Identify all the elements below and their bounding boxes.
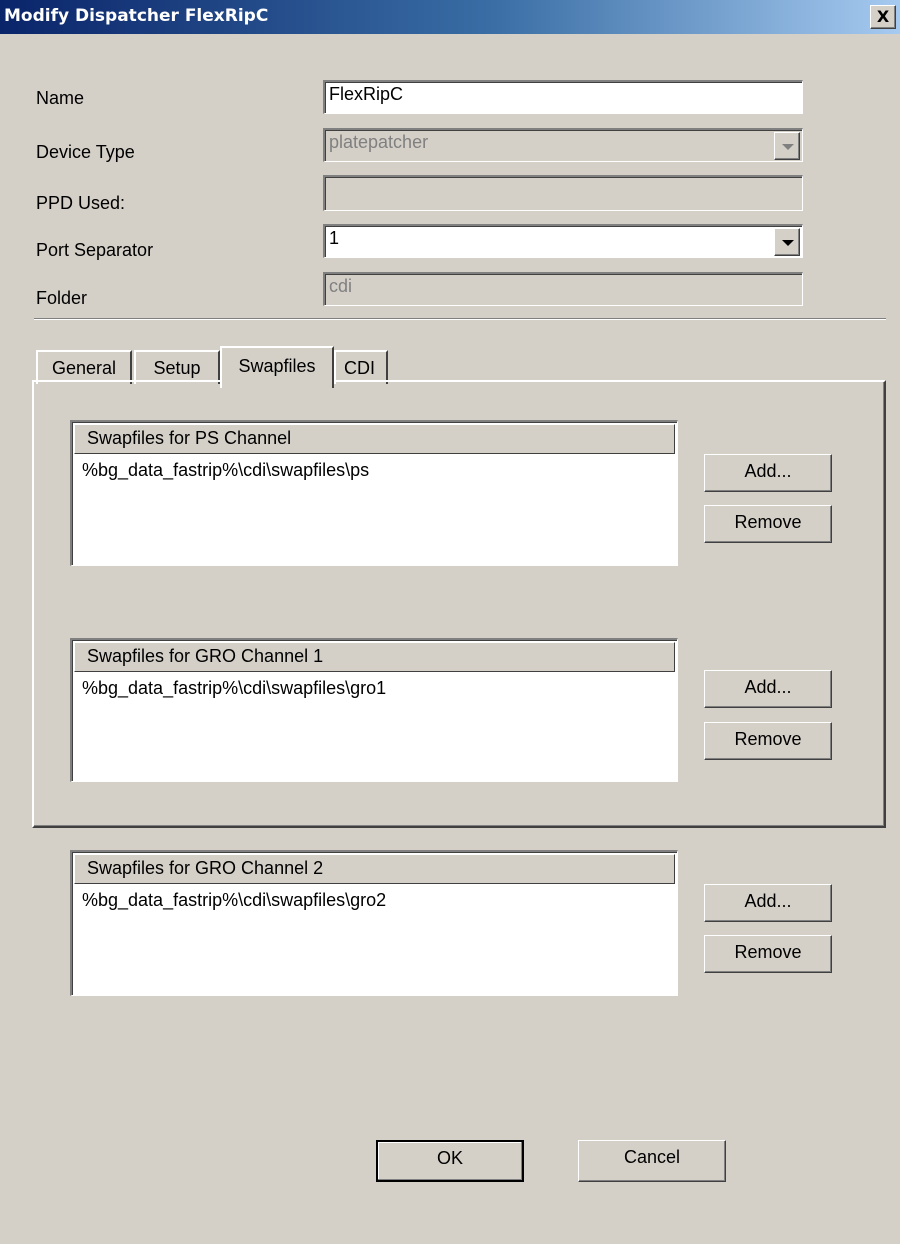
- chevron-down-icon[interactable]: [774, 228, 800, 256]
- gro1-channel-list[interactable]: Swapfiles for GRO Channel 1 %bg_data_fas…: [70, 638, 678, 782]
- list-item[interactable]: %bg_data_fastrip%\cdi\swapfiles\ps: [82, 460, 369, 481]
- gro1-remove-button[interactable]: Remove: [704, 722, 832, 760]
- ps-channel-list[interactable]: Swapfiles for PS Channel %bg_data_fastri…: [70, 420, 678, 566]
- folder-value: cdi: [329, 276, 353, 296]
- port-separator-select[interactable]: 1: [323, 224, 803, 258]
- folder-field: cdi: [323, 272, 803, 306]
- separator: [34, 318, 886, 320]
- tab-general-label: General: [51, 358, 117, 378]
- gro2-remove-button[interactable]: Remove: [704, 935, 832, 973]
- cancel-button[interactable]: Cancel: [578, 1140, 726, 1182]
- ps-add-button[interactable]: Add...: [704, 454, 832, 492]
- tab-setup[interactable]: Setup: [134, 350, 220, 384]
- tab-general[interactable]: General: [36, 350, 132, 384]
- gro2-channel-list[interactable]: Swapfiles for GRO Channel 2 %bg_data_fas…: [70, 850, 678, 996]
- close-button[interactable]: X: [870, 5, 896, 29]
- title-bar[interactable]: Modify Dispatcher FlexRipC X: [0, 0, 900, 34]
- device-type-label: Device Type: [36, 142, 135, 162]
- tab-cdi[interactable]: CDI: [334, 350, 388, 384]
- ppd-used-field: [323, 175, 803, 211]
- tab-cdi-label: CDI: [344, 358, 375, 378]
- list-item[interactable]: %bg_data_fastrip%\cdi\swapfiles\gro2: [82, 890, 386, 911]
- ok-button[interactable]: OK: [376, 1140, 524, 1182]
- chevron-down-icon: [774, 132, 800, 160]
- tab-setup-label: Setup: [153, 358, 201, 378]
- tab-swapfiles[interactable]: Swapfiles: [220, 346, 334, 388]
- name-input[interactable]: FlexRipC: [323, 80, 803, 114]
- ps-channel-header[interactable]: Swapfiles for PS Channel: [74, 424, 675, 454]
- gro1-add-button[interactable]: Add...: [704, 670, 832, 708]
- gro2-channel-header[interactable]: Swapfiles for GRO Channel 2: [74, 854, 675, 884]
- device-type-select: platepatcher: [323, 128, 803, 162]
- port-separator-label: Port Separator: [36, 240, 154, 260]
- window-title: Modify Dispatcher FlexRipC: [4, 6, 269, 26]
- tab-swapfiles-label: Swapfiles: [238, 356, 316, 376]
- name-label: Name: [36, 88, 85, 108]
- name-value: FlexRipC: [329, 84, 404, 104]
- list-item[interactable]: %bg_data_fastrip%\cdi\swapfiles\gro1: [82, 678, 386, 699]
- close-icon: X: [876, 7, 890, 26]
- gro1-channel-header[interactable]: Swapfiles for GRO Channel 1: [74, 642, 675, 672]
- ps-remove-button[interactable]: Remove: [704, 505, 832, 543]
- gro2-add-button[interactable]: Add...: [704, 884, 832, 922]
- folder-label: Folder: [36, 288, 88, 308]
- device-type-value: platepatcher: [329, 132, 429, 152]
- ppd-used-label: PPD Used:: [36, 193, 126, 213]
- port-separator-value: 1: [329, 228, 340, 248]
